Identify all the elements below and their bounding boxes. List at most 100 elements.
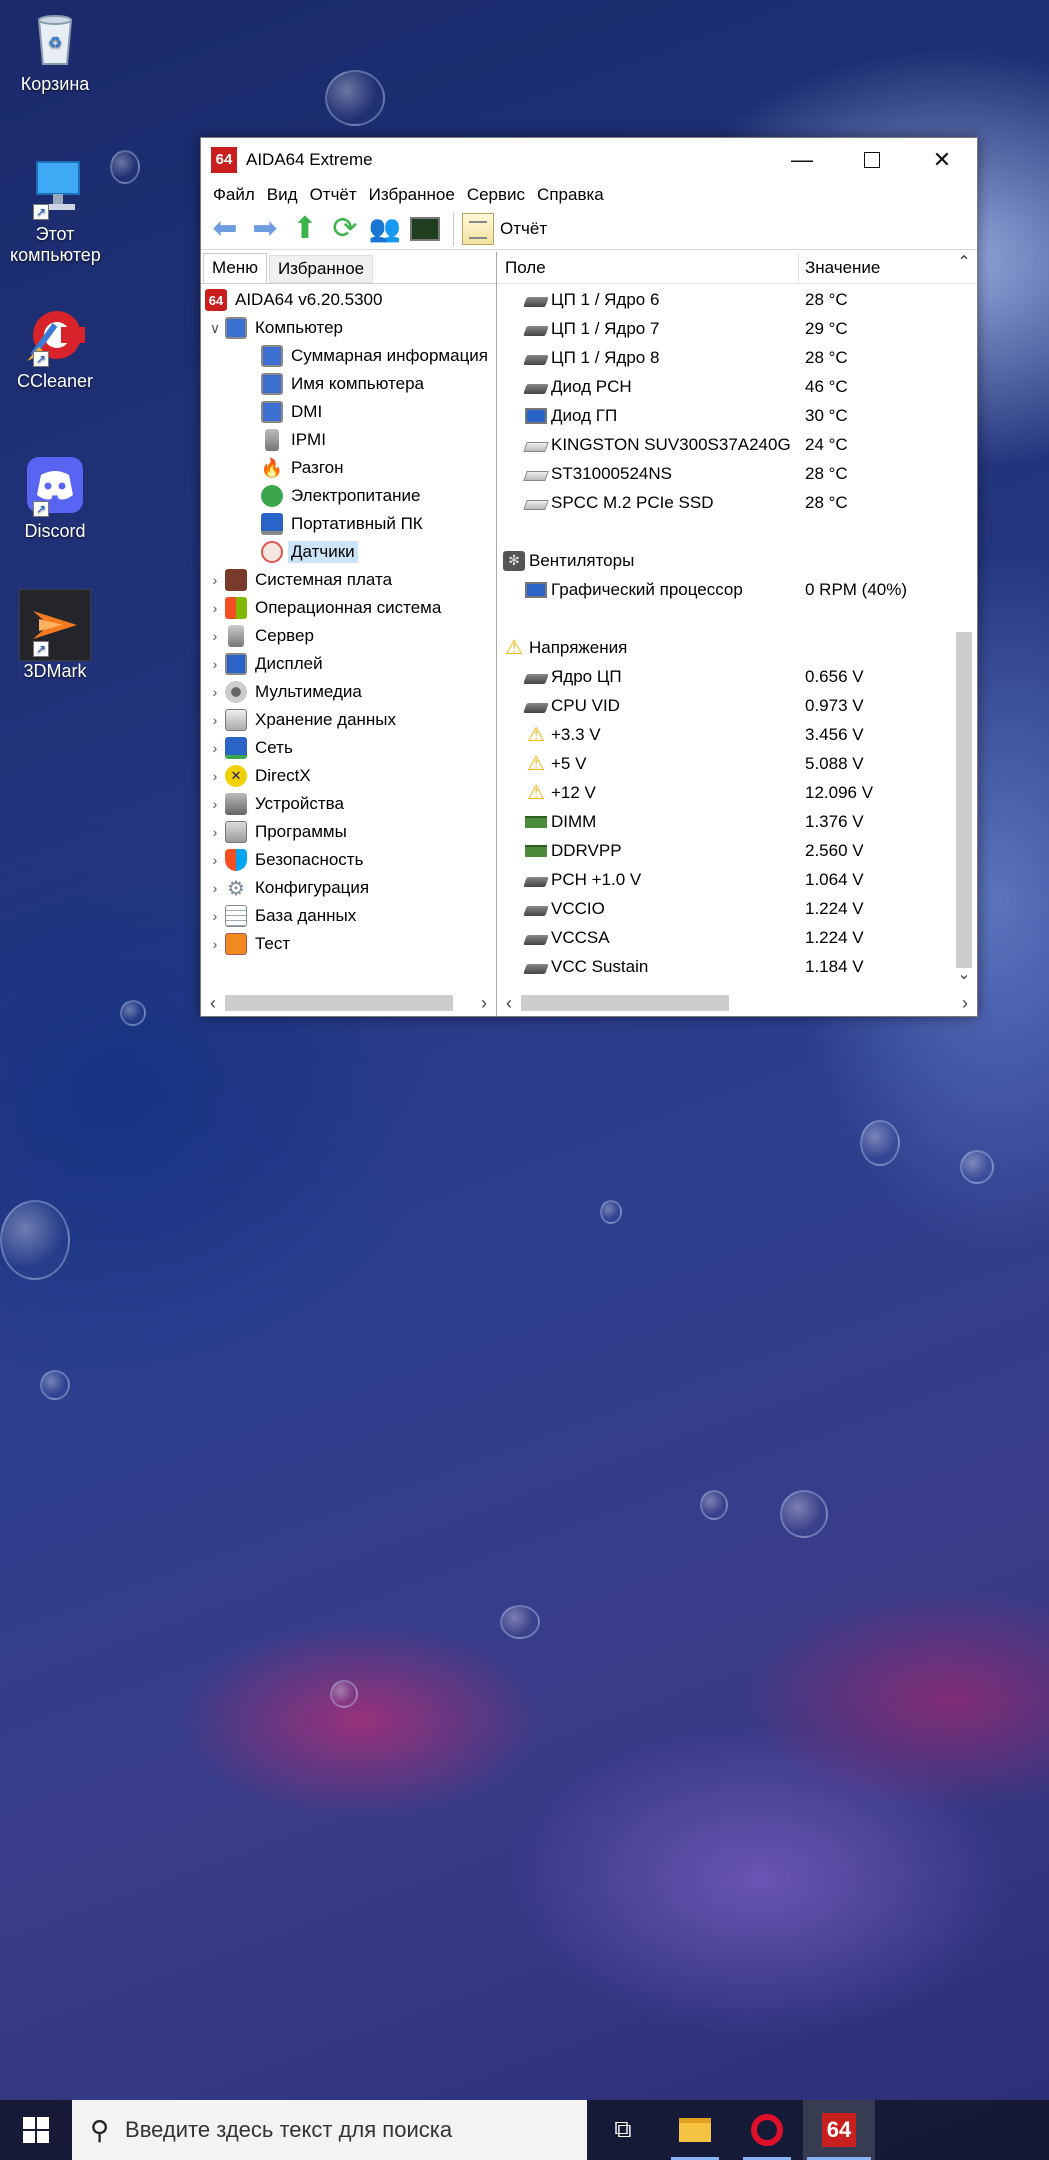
aida64-taskbar-button[interactable]: 64	[803, 2100, 875, 2160]
menu-view[interactable]: Вид	[261, 185, 304, 205]
chevron-right-icon[interactable]: ›	[205, 880, 225, 896]
tree-item-computer-name[interactable]: Имя компьютера	[201, 370, 490, 398]
users-button[interactable]: 👥	[365, 211, 405, 247]
minimize-button[interactable]: —	[767, 138, 837, 182]
table-row[interactable]: Графический процессор 0 RPM (40%)	[497, 575, 951, 604]
tree-item-programs[interactable]: › Программы	[201, 818, 490, 846]
chevron-right-icon[interactable]: ›	[205, 908, 225, 924]
table-row[interactable]: VCCSA 1.224 V	[497, 923, 951, 952]
tree-item-summary[interactable]: Суммарная информация	[201, 342, 490, 370]
chevron-right-icon[interactable]: ›	[205, 600, 225, 616]
tree-item-storage[interactable]: › Хранение данных	[201, 706, 490, 734]
chevron-right-icon[interactable]: ›	[205, 796, 225, 812]
desktop-icon-recycle-bin[interactable]: ♻ Корзина	[10, 8, 100, 95]
chevron-right-icon[interactable]: ›	[205, 740, 225, 756]
menu-help[interactable]: Справка	[531, 185, 610, 205]
table-row[interactable]: KINGSTON SUV300S37A240G 24 °C	[497, 430, 951, 459]
menu-file[interactable]: Файл	[207, 185, 261, 205]
table-row[interactable]: ЦП 1 / Ядро 6 28 °C	[497, 285, 951, 314]
table-row[interactable]: SPCC M.2 PCIe SSD 28 °C	[497, 488, 951, 517]
tree-item-display[interactable]: › Дисплей	[201, 650, 490, 678]
monitor-button[interactable]	[405, 211, 445, 247]
taskbar-search-box[interactable]: ⚲ Введите здесь текст для поиска	[72, 2100, 587, 2160]
list-vertical-scrollbar[interactable]: ⌃ ⌄	[951, 252, 977, 988]
desktop-icon-discord[interactable]: ↗ Discord	[10, 455, 100, 542]
chevron-right-icon[interactable]: ›	[205, 656, 225, 672]
menu-favorites[interactable]: Избранное	[363, 185, 461, 205]
chevron-right-icon[interactable]: ›	[205, 768, 225, 784]
chevron-right-icon[interactable]: ›	[205, 824, 225, 840]
table-row[interactable]: DIMM 1.376 V	[497, 807, 951, 836]
tree-item-network[interactable]: › Сеть	[201, 734, 490, 762]
tree-item-test[interactable]: › Тест	[201, 930, 490, 958]
table-row[interactable]: ⚠ +3.3 V 3.456 V	[497, 720, 951, 749]
tree-item-laptop[interactable]: Портативный ПК	[201, 510, 490, 538]
desktop-icon-3dmark[interactable]: ↗ 3DMark	[10, 588, 100, 682]
scroll-thumb[interactable]	[225, 995, 453, 1011]
opera-button[interactable]	[731, 2100, 803, 2160]
report-button[interactable]: Отчёт	[462, 212, 547, 245]
scroll-right-icon[interactable]: ›	[472, 993, 496, 1014]
table-row[interactable]: VCCIO 1.224 V	[497, 894, 951, 923]
table-row[interactable]: Диод ГП 30 °C	[497, 401, 951, 430]
table-row[interactable]: ЦП 1 / Ядро 7 29 °C	[497, 314, 951, 343]
chevron-right-icon[interactable]: ›	[205, 572, 225, 588]
title-bar[interactable]: 64 AIDA64 Extreme — ✕	[201, 138, 977, 182]
task-view-button[interactable]: ⧉	[587, 2100, 659, 2160]
table-row[interactable]: PCH +1.0 V 1.064 V	[497, 865, 951, 894]
tab-favorites[interactable]: Избранное	[268, 255, 374, 283]
scroll-left-icon[interactable]: ‹	[497, 993, 521, 1014]
tree-item-root[interactable]: 64 AIDA64 v6.20.5300	[201, 286, 490, 314]
tree-item-power[interactable]: Электропитание	[201, 482, 490, 510]
table-row[interactable]: ⚠ +5 V 5.088 V	[497, 749, 951, 778]
tree-item-directx[interactable]: › ✕ DirectX	[201, 762, 490, 790]
chevron-right-icon[interactable]: ›	[205, 936, 225, 952]
table-row[interactable]: CPU VID 0.973 V	[497, 691, 951, 720]
forward-button[interactable]: ➡	[245, 211, 285, 247]
close-button[interactable]: ✕	[907, 138, 977, 182]
scroll-thumb[interactable]	[521, 995, 729, 1011]
tree-item-sensors[interactable]: Датчики	[201, 538, 490, 566]
table-row[interactable]: ⚠ +12 V 12.096 V	[497, 778, 951, 807]
chevron-right-icon[interactable]: ›	[205, 852, 225, 868]
scroll-right-icon[interactable]: ›	[953, 993, 977, 1014]
menu-report[interactable]: Отчёт	[304, 185, 363, 205]
tree-item-config[interactable]: › ⚙ Конфигурация	[201, 874, 490, 902]
tree-item-server[interactable]: › Сервер	[201, 622, 490, 650]
table-row[interactable]: Диод PCH 46 °C	[497, 372, 951, 401]
tree-item-security[interactable]: › Безопасность	[201, 846, 490, 874]
list-horizontal-scrollbar[interactable]: ‹ ›	[497, 990, 977, 1016]
tree-item-motherboard[interactable]: › Системная плата	[201, 566, 490, 594]
tree-item-multimedia[interactable]: › Мультимедиа	[201, 678, 490, 706]
nav-horizontal-scrollbar[interactable]: ‹ ›	[201, 990, 496, 1016]
chevron-right-icon[interactable]: ›	[205, 712, 225, 728]
refresh-button[interactable]: ⟳	[325, 211, 365, 247]
scroll-left-icon[interactable]: ‹	[201, 993, 225, 1014]
back-button[interactable]: ⬅	[205, 211, 245, 247]
tree-item-os[interactable]: › Операционная система	[201, 594, 490, 622]
scroll-thumb[interactable]	[956, 632, 972, 968]
desktop-icon-ccleaner[interactable]: ↗ CCleaner	[10, 305, 100, 392]
start-button[interactable]	[0, 2100, 72, 2160]
maximize-button[interactable]	[837, 138, 907, 182]
file-explorer-button[interactable]	[659, 2100, 731, 2160]
group-header[interactable]: ✻ Вентиляторы	[497, 546, 951, 575]
tab-menu[interactable]: Меню	[203, 253, 267, 283]
desktop-icon-this-pc[interactable]: ↗ Этот компьютер	[10, 158, 101, 266]
tree-item-overclock[interactable]: 🔥 Разгон	[201, 454, 490, 482]
table-row[interactable]: ST31000524NS 28 °C	[497, 459, 951, 488]
tree-item-devices[interactable]: › Устройства	[201, 790, 490, 818]
scroll-down-icon[interactable]: ⌄	[951, 964, 977, 988]
table-row[interactable]: ЦП 1 / Ядро 8 28 °C	[497, 343, 951, 372]
table-row[interactable]: VCC Sustain 1.184 V	[497, 952, 951, 981]
chevron-right-icon[interactable]: ›	[205, 628, 225, 644]
column-header-field[interactable]: Поле	[497, 252, 799, 283]
scroll-up-icon[interactable]: ⌃	[951, 252, 977, 276]
tree-item-database[interactable]: › База данных	[201, 902, 490, 930]
chevron-right-icon[interactable]: ›	[205, 684, 225, 700]
table-row[interactable]: DDRVPP 2.560 V	[497, 836, 951, 865]
group-header[interactable]: ⚠ Напряжения	[497, 633, 951, 662]
tree-item-computer[interactable]: ∨ Компьютер	[201, 314, 490, 342]
table-row[interactable]: Ядро ЦП 0.656 V	[497, 662, 951, 691]
column-header-value[interactable]: Значение	[799, 258, 880, 278]
